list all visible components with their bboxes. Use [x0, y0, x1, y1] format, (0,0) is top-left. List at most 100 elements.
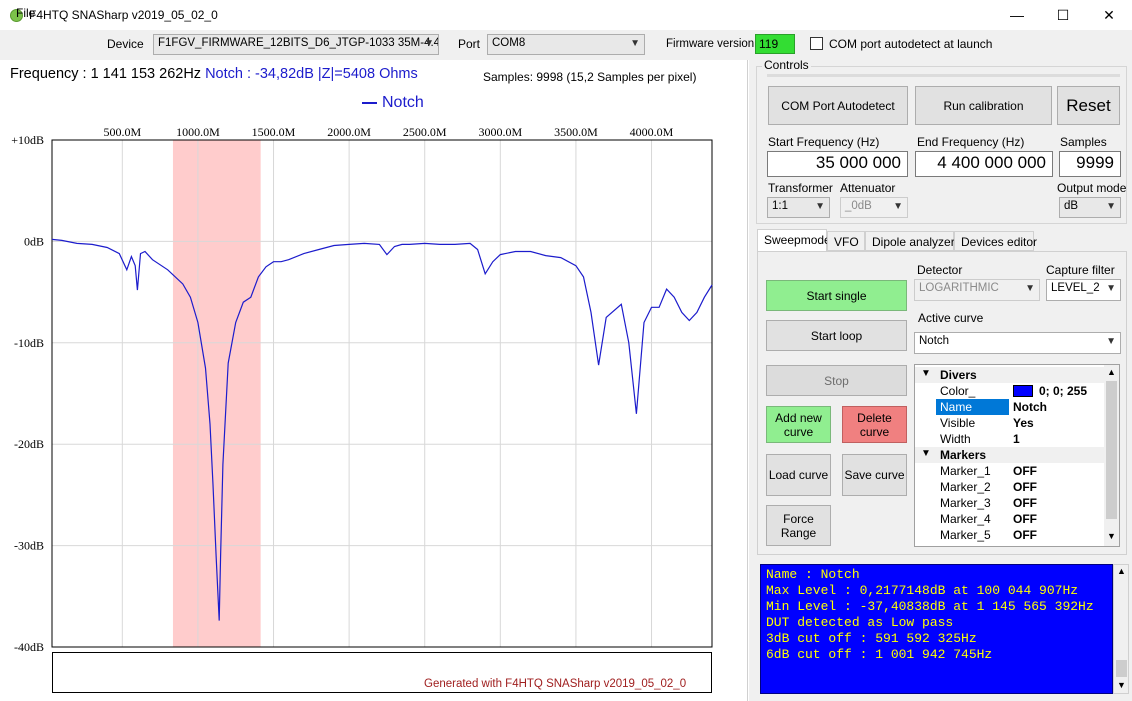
detector-label: Detector	[917, 263, 963, 277]
output-mode-select[interactable]: dB ▼	[1059, 197, 1121, 218]
prop-name: Visible	[940, 416, 976, 430]
start-single-button[interactable]: Start single	[766, 280, 907, 311]
tab-devices-editor[interactable]: Devices editor	[954, 231, 1037, 251]
maximize-button[interactable]: ☐	[1040, 0, 1086, 30]
output-mode-label: Output mode	[1057, 181, 1127, 195]
port-select[interactable]: COM8 ▼	[487, 34, 645, 55]
detector-select[interactable]: LOGARITHMIC ▼	[914, 279, 1040, 301]
chevron-down-icon[interactable]: ▼	[921, 368, 931, 379]
frequency-readout: Frequency : 1 141 153 262Hz	[10, 66, 202, 82]
samples-label: Samples	[1060, 135, 1107, 149]
propgrid-row-width[interactable]: Width 1	[915, 431, 1105, 447]
y-tick-label: 0dB	[24, 234, 44, 248]
tab-vfo[interactable]: VFO	[827, 231, 865, 251]
prop-value: OFF	[1013, 496, 1037, 510]
y-tick-label: -10dB	[14, 336, 44, 350]
propgrid-row-name[interactable]: Name Notch	[915, 399, 1105, 415]
chevron-down-icon: ▼	[630, 38, 640, 49]
prop-name: Name	[940, 400, 973, 414]
propgrid-row-marker[interactable]: Marker_1 OFF	[915, 463, 1105, 479]
color-swatch	[1013, 385, 1033, 397]
start-loop-button[interactable]: Start loop	[766, 320, 907, 351]
capture-filter-label: Capture filter	[1046, 263, 1115, 277]
x-tick-label: 3000.0M	[478, 125, 522, 139]
window-title: F4HTQ SNASharp v2019_05_02_0	[29, 8, 218, 22]
tab-sweepmode[interactable]: Sweepmode	[757, 229, 831, 252]
x-tick-label: 1500.0M	[252, 125, 296, 139]
chevron-down-icon[interactable]: ▼	[1107, 531, 1116, 541]
legend-label: Notch	[382, 94, 424, 111]
chart-header: Frequency : 1 141 153 262Hz Notch : -34,…	[10, 66, 418, 82]
chevron-down-icon: ▼	[1106, 201, 1116, 212]
start-frequency-input[interactable]: 35 000 000	[767, 151, 908, 177]
propgrid-row-marker[interactable]: Marker_3 OFF	[915, 495, 1105, 511]
chevron-down-icon[interactable]: ▼	[1117, 680, 1126, 690]
attenuator-label: Attenuator	[840, 181, 896, 195]
propgrid-category-markers[interactable]: ▼ Markers	[915, 447, 1105, 463]
stop-button[interactable]: Stop	[766, 365, 907, 396]
reset-button[interactable]: Reset	[1057, 86, 1120, 125]
legend-swatch	[362, 102, 377, 104]
info-line: 3dB cut off : 591 592 325Hz	[766, 631, 977, 646]
propgrid-row-marker[interactable]: Marker_5 OFF	[915, 527, 1105, 543]
delete-curve-button[interactable]: Delete curve	[842, 406, 907, 443]
active-curve-select[interactable]: Notch ▼	[914, 332, 1121, 354]
force-range-button[interactable]: Force Range	[766, 505, 831, 546]
propgrid-row-color[interactable]: Color_ 0; 0; 255	[915, 383, 1105, 399]
propgrid-row-marker[interactable]: Marker_4 OFF	[915, 511, 1105, 527]
scrollbar-thumb[interactable]	[1116, 660, 1127, 677]
firmware-label: Firmware version	[666, 38, 755, 50]
plot-area	[52, 140, 712, 647]
close-button[interactable]: ✕	[1086, 0, 1132, 30]
y-tick-label: -30dB	[14, 539, 44, 553]
add-new-curve-button[interactable]: Add new curve	[766, 406, 831, 443]
autodetect-checkbox[interactable]	[810, 37, 823, 50]
chevron-down-icon: ▼	[893, 201, 903, 212]
load-curve-button[interactable]: Load curve	[766, 454, 831, 496]
propgrid-row-marker[interactable]: Marker_2 OFF	[915, 479, 1105, 495]
active-curve-label: Active curve	[918, 311, 984, 325]
prop-value: 1	[1013, 432, 1020, 446]
samples-readout: Samples: 9998 (15,2 Samples per pixel)	[483, 70, 697, 84]
device-select-value: F1FGV_FIRMWARE_12BITS_D6_JTGP-1033 35M-4…	[158, 37, 439, 49]
propgrid-row-visible[interactable]: Visible Yes	[915, 415, 1105, 431]
propgrid-scrollbar[interactable]: ▲ ▼	[1104, 365, 1119, 546]
info-scrollbar[interactable]: ▲ ▼	[1113, 564, 1129, 694]
samples-input[interactable]: 9999	[1059, 151, 1121, 177]
transformer-select[interactable]: 1:1 ▼	[767, 197, 830, 218]
info-line: DUT detected as Low pass	[766, 615, 954, 630]
save-curve-button[interactable]: Save curve	[842, 454, 907, 496]
prop-name: Color_	[940, 384, 976, 398]
tab-dipole-analyzer[interactable]: Dipole analyzer	[865, 231, 955, 251]
menu-file[interactable]: File	[16, 6, 35, 20]
x-tick-label: 3500.0M	[554, 125, 598, 139]
chevron-up-icon[interactable]: ▲	[1107, 367, 1116, 377]
prop-value: OFF	[1013, 512, 1037, 526]
info-line: Name : Notch	[766, 567, 860, 582]
autodetect-label: COM port autodetect at launch	[829, 37, 993, 51]
prop-value: OFF	[1013, 480, 1037, 494]
transformer-select-value: 1:1	[772, 200, 788, 212]
minimize-button[interactable]: —	[994, 0, 1040, 30]
com-port-autodetect-button[interactable]: COM Port Autodetect	[768, 86, 908, 125]
prop-name: Marker_1	[940, 464, 991, 478]
category-markers-label: Markers	[940, 448, 987, 462]
chevron-down-icon: ▼	[1106, 283, 1116, 294]
capture-filter-select[interactable]: LEVEL_2 ▼	[1046, 279, 1121, 301]
propgrid-category-divers[interactable]: ▼ Divers	[915, 367, 1105, 383]
info-line: 6dB cut off : 1 001 942 745Hz	[766, 647, 993, 662]
device-select[interactable]: F1FGV_FIRMWARE_12BITS_D6_JTGP-1033 35M-4…	[153, 34, 439, 55]
controls-group-label: Controls	[762, 58, 811, 72]
sweep-chart[interactable]: 500.0M 1000.0M 1500.0M 2000.0M 2500.0M 3000.0…	[0, 120, 748, 652]
property-grid[interactable]: ▼ Divers Color_ 0; 0; 255 Name Notch Vis…	[914, 364, 1120, 547]
prop-value: Yes	[1013, 416, 1034, 430]
end-frequency-input[interactable]: 4 400 000 000	[915, 151, 1053, 177]
chevron-up-icon[interactable]: ▲	[1117, 566, 1126, 576]
scrollbar-thumb[interactable]	[1106, 381, 1117, 519]
x-tick-label: 2000.0M	[327, 125, 371, 139]
run-calibration-button[interactable]: Run calibration	[915, 86, 1052, 125]
chevron-down-icon[interactable]: ▼	[921, 448, 931, 459]
info-line: Max Level : 0,2177148dB at 100 044 907Hz	[766, 583, 1079, 598]
attenuator-select[interactable]: _0dB ▼	[840, 197, 908, 218]
prop-value: OFF	[1013, 528, 1037, 542]
